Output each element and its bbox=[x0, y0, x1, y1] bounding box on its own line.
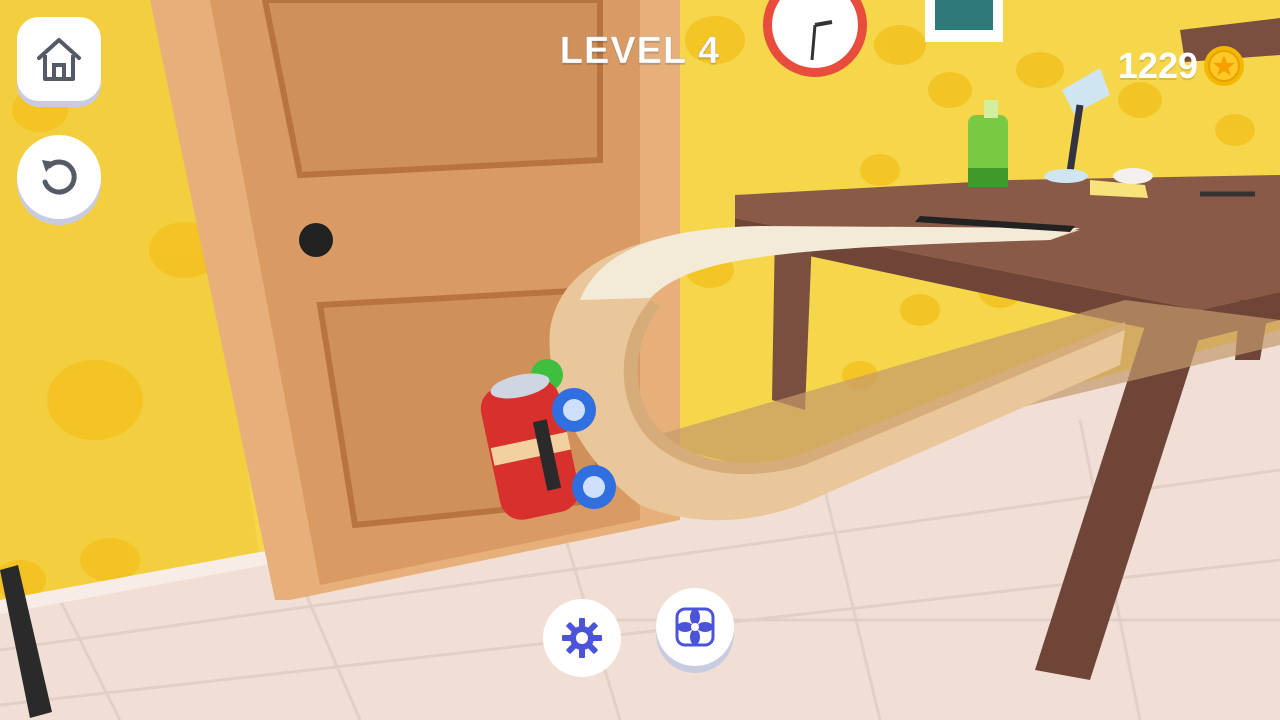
gear-button[interactable] bbox=[543, 599, 621, 677]
wall-picture-image bbox=[935, 0, 993, 30]
spray-bottle-cap bbox=[984, 100, 998, 118]
star-coin-icon bbox=[1204, 46, 1244, 86]
level-title: LEVEL 4 bbox=[559, 30, 721, 73]
restart-button[interactable] bbox=[17, 135, 101, 219]
door-knob bbox=[299, 223, 333, 257]
game-scene bbox=[0, 0, 1280, 720]
door-panel-top bbox=[261, 0, 603, 179]
spiked-wheel-bottom bbox=[572, 465, 616, 509]
coin-count: 1229 bbox=[1117, 45, 1198, 86]
fan-icon bbox=[675, 607, 715, 647]
desk-lamp-base bbox=[1044, 169, 1088, 183]
spiked-wheel-top bbox=[552, 388, 596, 432]
table-leg-back bbox=[772, 230, 812, 410]
spray-bottle-base bbox=[968, 168, 1008, 187]
gear-icon bbox=[562, 618, 602, 658]
desk-mouse bbox=[1113, 168, 1153, 184]
game-screen: LEVEL 4 1229 bbox=[0, 0, 1280, 720]
restart-icon bbox=[42, 159, 77, 195]
coin-counter: 1229 bbox=[1118, 44, 1246, 88]
fan-button[interactable] bbox=[656, 588, 734, 666]
